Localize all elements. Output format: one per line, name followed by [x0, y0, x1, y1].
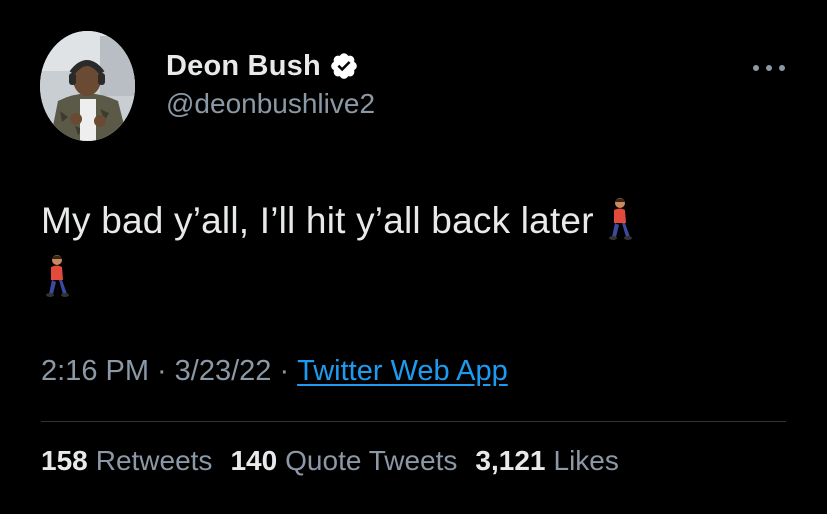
- more-dots-icon: [753, 65, 785, 71]
- likes-count: 3,121: [475, 445, 546, 476]
- tweet-time[interactable]: 2:16 PM: [41, 355, 149, 387]
- person-walking-icon: [604, 197, 634, 241]
- meta-separator: ·: [157, 355, 167, 387]
- quote-tweets-count: 140: [230, 445, 278, 476]
- retweets-count: 158: [41, 445, 88, 476]
- more-options-button[interactable]: [749, 54, 789, 82]
- tweet-meta: 2:16 PM · 3/23/22 · Twitter Web App: [41, 355, 508, 388]
- tweet-text: My bad y’all, I’ll hit y’all back later: [41, 192, 781, 306]
- person-walking-icon: [41, 254, 71, 298]
- avatar[interactable]: [40, 31, 135, 141]
- likes-stat[interactable]: 3,121 Likes: [475, 445, 618, 477]
- tweet-detail: Deon Bush @deonbushlive2 My bad y’all, I…: [0, 0, 827, 514]
- likes-label: Likes: [553, 445, 619, 476]
- divider: [41, 421, 786, 422]
- author-handle[interactable]: @deonbushlive2: [166, 88, 375, 120]
- quote-tweets-label: Quote Tweets: [285, 445, 458, 476]
- avatar-photo: [40, 31, 135, 141]
- retweets-label: Retweets: [95, 445, 213, 476]
- tweet-text-content: My bad y’all, I’ll hit y’all back later: [41, 200, 594, 241]
- author-name-row[interactable]: Deon Bush: [166, 48, 359, 84]
- quote-tweets-stat[interactable]: 140 Quote Tweets: [230, 445, 457, 477]
- meta-separator: ·: [279, 355, 290, 387]
- display-name[interactable]: Deon Bush: [166, 50, 321, 83]
- source-link[interactable]: Twitter Web App: [297, 355, 508, 387]
- engagement-stats: 158 Retweets 140 Quote Tweets 3,121 Likes: [41, 445, 619, 477]
- tweet-date[interactable]: 3/23/22: [175, 355, 272, 387]
- retweets-stat[interactable]: 158 Retweets: [41, 445, 212, 477]
- verified-badge-icon: [331, 53, 357, 79]
